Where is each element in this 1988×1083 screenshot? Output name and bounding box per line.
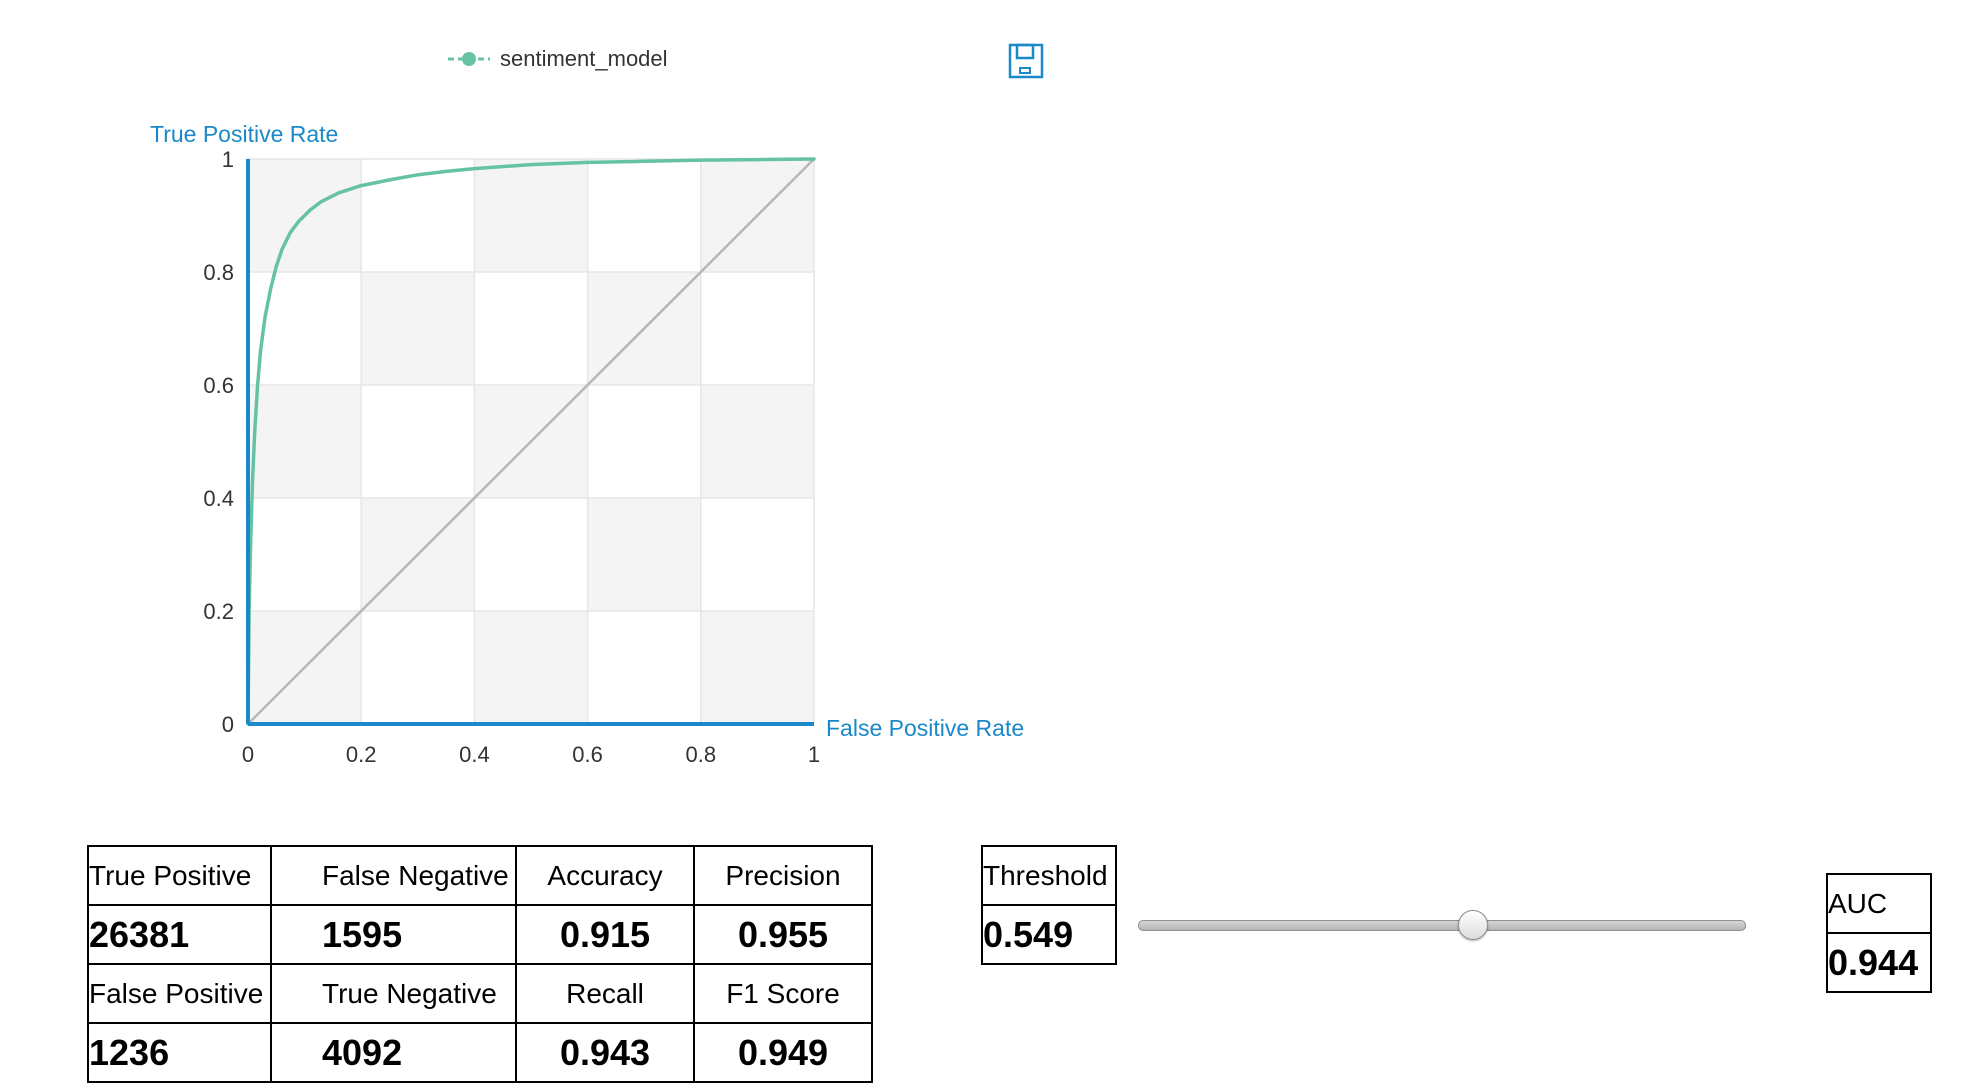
y-tick-label: 0.6 xyxy=(203,373,234,398)
y-tick-labels: 0 0.2 0.4 0.6 0.8 1 xyxy=(203,147,234,737)
auc-label: AUC xyxy=(1826,873,1932,934)
x-tick-label: 0 xyxy=(242,742,254,767)
threshold-value: 0.549 xyxy=(981,904,1117,965)
confusion-matrix-table: True Positive False Negative Accuracy Pr… xyxy=(87,845,873,1083)
threshold-table: Threshold 0.549 xyxy=(981,845,1117,965)
threshold-label: Threshold xyxy=(981,845,1117,906)
false-negative-label: False Negative xyxy=(270,845,517,906)
y-tick-label: 0 xyxy=(222,712,234,737)
auc-value: 0.944 xyxy=(1826,932,1932,993)
threshold-slider-track[interactable] xyxy=(1138,920,1746,931)
accuracy-label: Accuracy xyxy=(515,845,695,906)
y-tick-label: 0.8 xyxy=(203,260,234,285)
x-axis-label: False Positive Rate xyxy=(826,715,1024,741)
precision-label: Precision xyxy=(693,845,873,906)
false-positive-value: 1236 xyxy=(87,1022,272,1083)
y-tick-label: 1 xyxy=(222,147,234,172)
y-tick-label: 0.2 xyxy=(203,599,234,624)
x-tick-label: 0.6 xyxy=(572,742,603,767)
true-negative-value: 4092 xyxy=(270,1022,517,1083)
y-axis-label: True Positive Rate xyxy=(150,121,338,147)
threshold-slider-thumb[interactable] xyxy=(1457,910,1488,940)
f1-score-label: F1 Score xyxy=(693,963,873,1024)
roc-chart: 0 0.2 0.4 0.6 0.8 1 0 0.2 0.4 0.6 0.8 1 False Posi… xyxy=(150,121,1024,767)
x-tick-label: 0.8 xyxy=(686,742,717,767)
y-tick-label: 0.4 xyxy=(203,486,234,511)
true-positive-label: True Positive xyxy=(87,845,272,906)
plot-band-cell xyxy=(587,498,701,611)
true-negative-label: True Negative xyxy=(270,963,517,1024)
auc-table: AUC 0.944 xyxy=(1826,873,1932,993)
plot-band-cell xyxy=(474,159,588,272)
x-tick-label: 0.4 xyxy=(459,742,490,767)
x-tick-label: 0.2 xyxy=(346,742,377,767)
true-positive-value: 26381 xyxy=(87,904,272,965)
accuracy-value: 0.915 xyxy=(515,904,695,965)
recall-value: 0.943 xyxy=(515,1022,695,1083)
false-positive-label: False Positive xyxy=(87,963,272,1024)
x-tick-label: 1 xyxy=(808,742,820,767)
f1-score-value: 0.949 xyxy=(693,1022,873,1083)
plot-band-cell xyxy=(361,272,475,385)
plot-band-cell xyxy=(474,611,588,724)
precision-value: 0.955 xyxy=(693,904,873,965)
plot-band-cell xyxy=(248,385,362,498)
plot-band-cell xyxy=(700,385,814,498)
plot-band-cell xyxy=(700,611,814,724)
recall-label: Recall xyxy=(515,963,695,1024)
false-negative-value: 1595 xyxy=(270,904,517,965)
threshold-slider[interactable] xyxy=(1138,908,1746,942)
x-tick-labels: 0 0.2 0.4 0.6 0.8 1 xyxy=(242,742,820,767)
